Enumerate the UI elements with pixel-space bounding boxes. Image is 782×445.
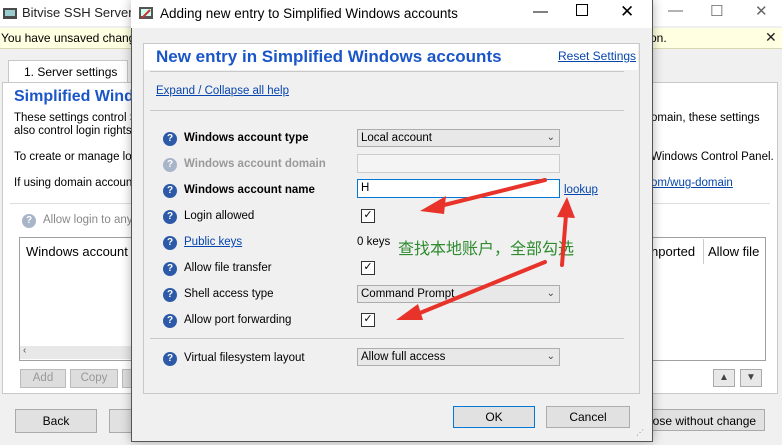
login-allowed-label: Login allowed — [184, 210, 255, 222]
cancel-button[interactable]: Cancel — [546, 406, 630, 428]
annotation-note: 查找本地账户，全部勾选 — [398, 241, 575, 258]
account-domain-field — [357, 154, 560, 173]
port-forwarding-checkbox[interactable]: ✓ — [361, 313, 375, 327]
account-domain-label: Windows account domain — [184, 158, 326, 170]
expand-collapse-help-link[interactable]: Expand / Collapse all help — [156, 85, 289, 97]
account-type-select[interactable]: Local account ⌄ — [357, 129, 560, 147]
dialog-heading: New entry in Simplified Windows accounts — [156, 47, 502, 66]
chevron-down-icon: ⌄ — [546, 288, 555, 299]
allow-login-label: Allow login to any — [43, 214, 133, 226]
unsaved-changes-text: You have unsaved changes — [1, 31, 149, 45]
ok-button[interactable]: OK — [453, 406, 535, 428]
chevron-down-icon: ⌄ — [546, 132, 555, 143]
vfs-layout-label: Virtual filesystem layout — [184, 352, 305, 364]
copy-button[interactable]: Copy — [70, 369, 118, 388]
background-paragraph-line: omain, these settings — [651, 112, 760, 124]
help-icon[interactable]: ? — [163, 352, 177, 366]
background-minimize-icon[interactable]: — — [668, 2, 683, 19]
file-transfer-checkbox[interactable]: ✓ — [361, 261, 375, 275]
move-up-icon[interactable]: ▲ — [713, 369, 735, 387]
dialog-app-icon — [139, 7, 153, 19]
account-type-value: Local account — [361, 132, 432, 144]
login-allowed-checkbox[interactable]: ✓ — [361, 209, 375, 223]
shell-access-label: Shell access type — [184, 288, 274, 300]
back-button[interactable]: Back — [15, 409, 97, 433]
background-heading: Simplified Wind — [14, 88, 134, 105]
next-button-edge[interactable] — [109, 409, 132, 433]
background-maximize-icon[interactable]: ☐ — [710, 2, 723, 20]
minimize-icon[interactable]: — — [533, 3, 548, 20]
move-down-icon[interactable]: ▼ — [740, 369, 762, 387]
lookup-link[interactable]: lookup — [564, 184, 598, 196]
public-keys-link[interactable]: Public keys — [184, 236, 242, 248]
help-icon[interactable]: ? — [163, 262, 177, 276]
background-paragraph-line: also control login rights a — [14, 125, 142, 137]
section-separator — [150, 110, 624, 111]
table-horizontal-scrollbar[interactable] — [20, 346, 135, 359]
help-icon: ? — [163, 158, 177, 172]
bitvise-app-icon — [3, 8, 17, 19]
account-name-input[interactable]: H — [357, 179, 560, 198]
header-separator — [150, 71, 624, 72]
background-paragraph-line: If using domain accounts — [14, 177, 142, 189]
help-icon[interactable]: ? — [163, 184, 177, 198]
account-type-label: Windows account type — [184, 132, 309, 144]
port-forwarding-label: Allow port forwarding — [184, 314, 292, 326]
reset-settings-link[interactable]: Reset Settings — [558, 49, 636, 63]
background-window-title: Bitvise SSH Server — [22, 5, 133, 20]
close-icon[interactable]: ✕ — [620, 2, 634, 22]
resize-grip-icon[interactable]: ⋰ — [636, 428, 644, 437]
scroll-left-icon[interactable]: ‹ — [23, 345, 26, 356]
vfs-layout-select[interactable]: Allow full access ⌄ — [357, 348, 560, 366]
shell-access-select[interactable]: Command Prompt ⌄ — [357, 285, 560, 303]
vfs-layout-value: Allow full access — [361, 351, 446, 363]
background-close-icon[interactable]: ✕ — [755, 2, 768, 20]
table-header-windows-account[interactable]: Windows account — [26, 244, 128, 259]
help-icon: ? — [22, 214, 36, 228]
table-header-allow-file[interactable]: Allow file — [708, 244, 759, 259]
dialog-title: Adding new entry to Simplified Windows a… — [160, 6, 458, 21]
close-without-change-button[interactable]: lose without change — [645, 409, 765, 431]
chevron-down-icon: ⌄ — [546, 351, 555, 362]
domain-help-link[interactable]: om/wug-domain — [651, 177, 733, 189]
section-separator — [150, 338, 624, 339]
help-icon[interactable]: ? — [163, 132, 177, 146]
table-column-divider — [703, 239, 704, 264]
help-icon[interactable]: ? — [163, 288, 177, 302]
background-paragraph-line: Windows Control Panel. — [651, 151, 774, 163]
tab-server-settings-label: 1. Server settings — [24, 65, 118, 79]
account-name-label: Windows account name — [184, 184, 315, 196]
table-header-imported[interactable]: nported — [651, 244, 695, 259]
maximize-icon[interactable] — [576, 4, 588, 16]
add-button[interactable]: Add — [20, 369, 66, 388]
shell-access-value: Command Prompt — [361, 288, 455, 300]
public-keys-count: 0 keys — [357, 236, 391, 248]
help-icon[interactable]: ? — [163, 210, 177, 224]
help-icon[interactable]: ? — [163, 314, 177, 328]
help-icon[interactable]: ? — [163, 236, 177, 250]
background-paragraph-line: These settings control S — [14, 112, 138, 124]
warning-close-icon[interactable]: ✕ — [765, 29, 777, 46]
file-transfer-label: Allow file transfer — [184, 262, 272, 274]
background-paragraph-line: To create or manage loc — [14, 151, 138, 163]
